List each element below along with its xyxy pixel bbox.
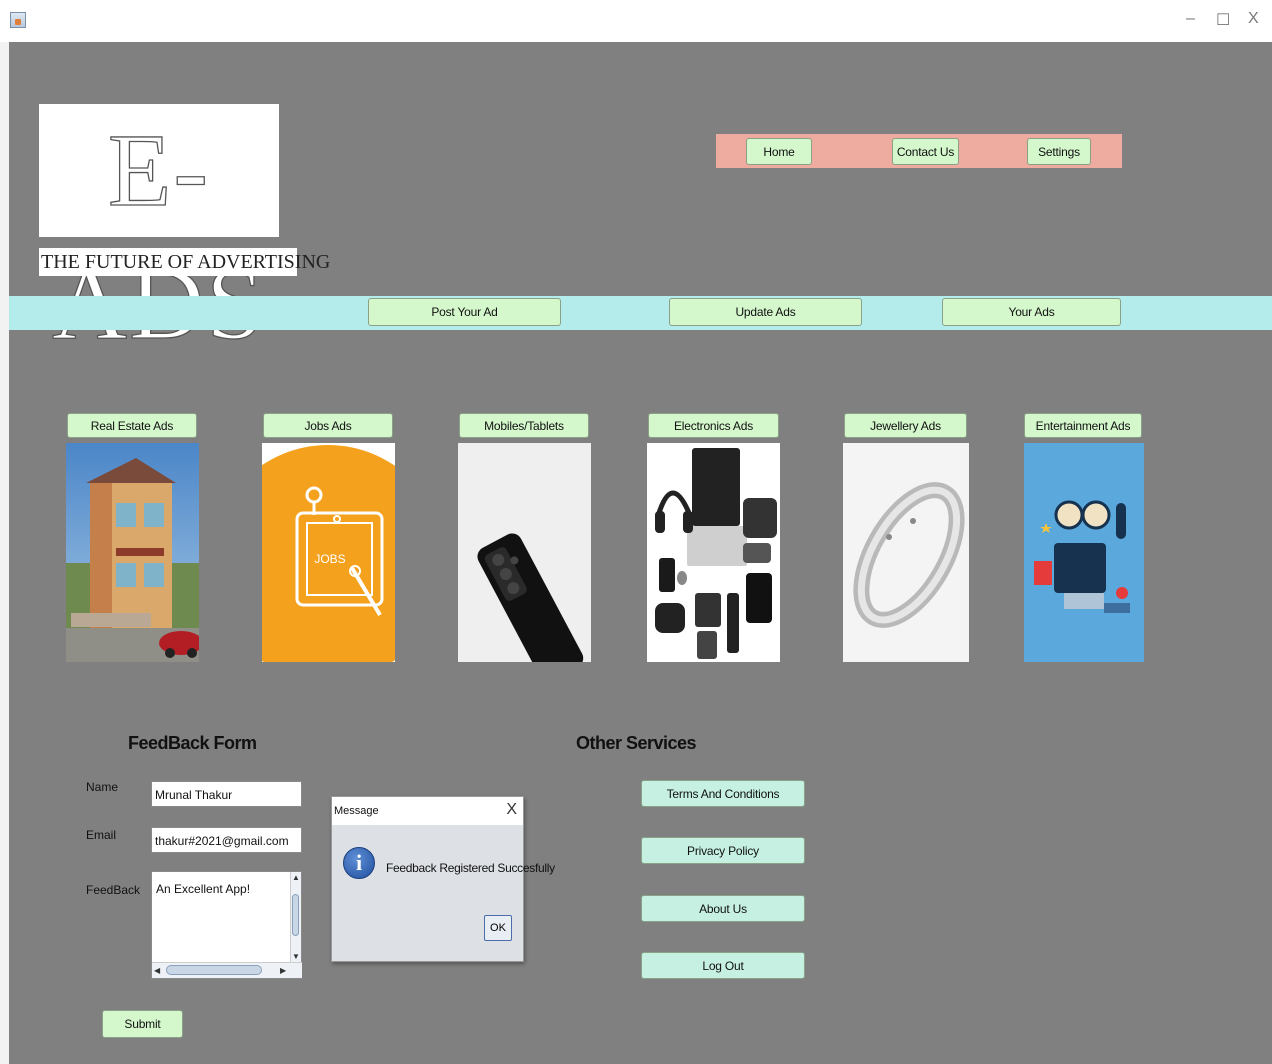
- jewellery-image[interactable]: [843, 443, 969, 662]
- submit-button[interactable]: Submit: [102, 1010, 183, 1038]
- name-input[interactable]: Mrunal Thakur: [151, 781, 302, 807]
- vertical-scroll-thumb[interactable]: [292, 894, 299, 936]
- maximize-button[interactable]: ☐: [1216, 10, 1230, 30]
- email-input[interactable]: thakur#2021@gmail.com: [151, 827, 302, 853]
- feedback-textarea[interactable]: An Excellent App! ▲ ▼ ◀ ▶: [151, 871, 302, 979]
- your-ads-button[interactable]: Your Ads: [942, 298, 1121, 326]
- dialog-titlebar: Message X: [332, 797, 523, 825]
- scroll-right-icon[interactable]: ▶: [280, 966, 286, 975]
- entertainment-ads-button[interactable]: Entertainment Ads: [1024, 413, 1142, 438]
- feedback-form-title: FeedBack Form: [128, 733, 257, 753]
- real-estate-ads-button[interactable]: Real Estate Ads: [67, 413, 197, 438]
- window-edge: [0, 42, 9, 1064]
- feedback-label: FeedBack: [86, 883, 141, 897]
- feedback-text: An Excellent App!: [156, 882, 251, 896]
- settings-button[interactable]: Settings: [1027, 138, 1091, 165]
- dialog-title: Message: [334, 805, 379, 817]
- about-us-button[interactable]: About Us: [641, 895, 805, 922]
- ad-action-bar: Post Your Ad Update Ads Your Ads: [9, 296, 1272, 330]
- entertainment-image[interactable]: [1024, 443, 1144, 662]
- top-nav: Home Contact Us Settings: [716, 134, 1122, 168]
- real-estate-image[interactable]: [66, 443, 199, 662]
- contact-us-button[interactable]: Contact Us: [892, 138, 959, 165]
- jobs-ads-button[interactable]: Jobs Ads: [263, 413, 393, 438]
- jewellery-ads-button[interactable]: Jewellery Ads: [844, 413, 967, 438]
- email-label: Email: [86, 828, 117, 842]
- info-icon: i: [343, 847, 375, 879]
- dialog-message: Feedback Registered Succesfully: [386, 861, 555, 875]
- electronics-image[interactable]: [647, 443, 780, 662]
- log-out-button[interactable]: Log Out: [641, 952, 805, 979]
- privacy-policy-button[interactable]: Privacy Policy: [641, 837, 805, 864]
- window-titlebar: – ☐ X: [0, 0, 1272, 42]
- logo: E-ADS: [39, 104, 279, 362]
- other-services-title: Other Services: [576, 733, 697, 753]
- electronics-ads-button[interactable]: Electronics Ads: [648, 413, 779, 438]
- name-label: Name: [86, 780, 119, 794]
- horizontal-scroll-thumb[interactable]: [166, 965, 262, 975]
- minimize-button[interactable]: –: [1186, 10, 1195, 28]
- ok-button[interactable]: OK: [484, 915, 512, 941]
- main-panel: E-ADS THE FUTURE OF ADVERTISING Home Con…: [9, 42, 1272, 1064]
- vertical-scrollbar[interactable]: ▲ ▼: [290, 872, 301, 964]
- message-dialog: Message X i Feedback Registered Succesfu…: [331, 796, 555, 962]
- home-button[interactable]: Home: [746, 138, 812, 165]
- jobs-image-text: JOBS: [314, 552, 345, 566]
- jobs-image[interactable]: JOBS: [262, 443, 395, 662]
- terms-and-conditions-button[interactable]: Terms And Conditions: [641, 780, 805, 807]
- mobiles-tablets-button[interactable]: Mobiles/Tablets: [459, 413, 589, 438]
- scroll-left-icon[interactable]: ◀: [154, 966, 160, 975]
- post-your-ad-button[interactable]: Post Your Ad: [368, 298, 561, 326]
- scroll-down-icon[interactable]: ▼: [292, 952, 300, 961]
- logo-text: E-ADS: [51, 112, 264, 361]
- java-app-icon: [10, 12, 26, 28]
- logo-tagline: THE FUTURE OF ADVERTISING: [39, 248, 330, 276]
- mobiles-image[interactable]: [458, 443, 591, 662]
- close-window-button[interactable]: X: [1248, 10, 1259, 28]
- dialog-close-button[interactable]: X: [506, 801, 517, 819]
- scroll-up-icon[interactable]: ▲: [292, 873, 300, 882]
- horizontal-scrollbar[interactable]: ◀ ▶: [152, 962, 302, 978]
- update-ads-button[interactable]: Update Ads: [669, 298, 862, 326]
